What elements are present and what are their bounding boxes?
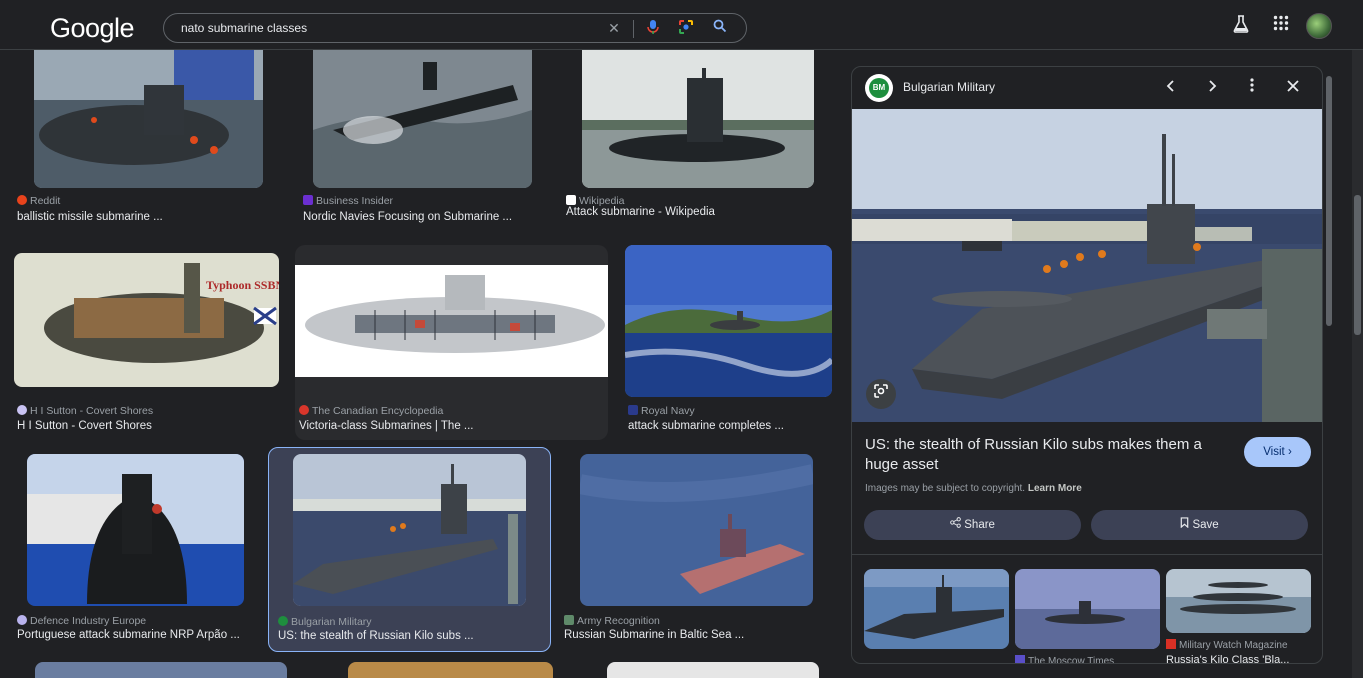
result-card[interactable]: Reddit ballistic missile submarine ... bbox=[14, 50, 283, 230]
result-thumbnail[interactable]: Typhoon SSBN bbox=[14, 253, 279, 387]
clear-icon[interactable]: ✕ bbox=[605, 19, 623, 37]
chevron-right-icon: › bbox=[1287, 446, 1292, 458]
army-recognition-icon bbox=[564, 615, 574, 625]
panel-source-name[interactable]: Bulgarian Military bbox=[903, 80, 995, 94]
result-source: H I Sutton - Covert Shores bbox=[17, 405, 153, 417]
image-results-grid: Reddit ballistic missile submarine ... B… bbox=[0, 50, 848, 678]
page-scrollbar[interactable] bbox=[1352, 50, 1363, 678]
result-thumbnail[interactable] bbox=[313, 50, 532, 188]
panel-divider bbox=[852, 554, 1322, 555]
related-source: The Moscow Times bbox=[1015, 655, 1114, 663]
bulgarian-military-icon bbox=[278, 616, 288, 626]
covert-shores-icon bbox=[17, 405, 27, 415]
result-title[interactable]: Victoria-class Submarines | The ... bbox=[299, 420, 474, 432]
bookmark-icon bbox=[1180, 517, 1189, 531]
lens-icon[interactable] bbox=[677, 19, 695, 37]
related-image[interactable] bbox=[1015, 569, 1160, 649]
panel-header: BM Bulgarian Military bbox=[852, 67, 1322, 109]
defence-industry-europe-icon bbox=[17, 615, 27, 625]
account-avatar[interactable] bbox=[1306, 13, 1332, 39]
copyright-notice: Images may be subject to copyright. Lear… bbox=[865, 483, 1082, 494]
image-preview-panel: BM Bulgarian Military US: the stealth of… bbox=[851, 66, 1323, 664]
result-source: Defence Industry Europe bbox=[17, 615, 146, 627]
result-title[interactable]: Attack submarine - Wikipedia bbox=[566, 206, 715, 218]
result-card[interactable]: Defence Industry Europe Portuguese attac… bbox=[14, 448, 270, 653]
learn-more-link[interactable]: Learn More bbox=[1028, 483, 1082, 494]
result-source: Reddit bbox=[17, 195, 60, 207]
page-scrollbar-thumb[interactable] bbox=[1354, 195, 1361, 335]
result-thumbnail[interactable] bbox=[348, 662, 553, 678]
reddit-icon bbox=[17, 195, 27, 205]
search-input[interactable]: nato submarine classes bbox=[181, 21, 307, 35]
business-insider-icon bbox=[303, 195, 313, 205]
result-card[interactable]: Royal Navy attack submarine completes ..… bbox=[620, 245, 832, 440]
labs-flask-icon[interactable] bbox=[1231, 15, 1251, 35]
panel-scrollbar[interactable] bbox=[1325, 66, 1333, 664]
result-card-selected[interactable]: Bulgarian Military US: the stealth of Ru… bbox=[268, 447, 551, 652]
result-thumbnail[interactable] bbox=[580, 454, 813, 606]
chevron-left-icon[interactable] bbox=[1161, 78, 1181, 98]
canadian-encyclopedia-icon bbox=[299, 405, 309, 415]
wikipedia-icon bbox=[566, 195, 576, 205]
result-thumbnail[interactable] bbox=[27, 454, 244, 606]
more-vert-icon[interactable] bbox=[1242, 78, 1262, 98]
result-card[interactable]: Wikipedia Attack submarine - Wikipedia bbox=[562, 50, 832, 230]
result-title[interactable]: attack submarine completes ... bbox=[628, 420, 784, 432]
result-source: The Canadian Encyclopedia bbox=[299, 405, 443, 417]
result-source: Business Insider bbox=[303, 195, 393, 207]
result-thumbnail[interactable] bbox=[293, 454, 526, 606]
result-card[interactable]: The Canadian Encyclopedia Victoria-class… bbox=[295, 245, 608, 440]
moscow-times-icon bbox=[1015, 655, 1025, 663]
result-thumbnail[interactable] bbox=[34, 50, 263, 188]
royal-navy-icon bbox=[628, 405, 638, 415]
share-icon bbox=[950, 517, 961, 531]
military-watch-icon bbox=[1166, 639, 1176, 649]
result-card[interactable]: Business Insider Nordic Navies Focusing … bbox=[295, 50, 550, 230]
result-title[interactable]: Nordic Navies Focusing on Submarine ... bbox=[303, 211, 512, 223]
share-button[interactable]: Share bbox=[864, 510, 1081, 540]
result-thumbnail[interactable] bbox=[582, 50, 814, 188]
result-thumbnail[interactable] bbox=[295, 265, 608, 377]
apps-grid-icon[interactable] bbox=[1271, 15, 1291, 35]
result-source: Bulgarian Military bbox=[278, 616, 372, 628]
result-card[interactable]: Typhoon SSBN H I Sutton - Covert Shores … bbox=[14, 245, 283, 440]
related-title[interactable]: Russia's Kilo Class 'Bla... bbox=[1166, 654, 1289, 663]
close-icon[interactable] bbox=[1283, 78, 1303, 98]
result-title[interactable]: Portuguese attack submarine NRP Arpão ..… bbox=[17, 629, 240, 641]
result-thumbnail[interactable] bbox=[35, 662, 287, 678]
result-title[interactable]: Russian Submarine in Baltic Sea ... bbox=[564, 629, 744, 641]
related-source: Military Watch Magazine bbox=[1166, 639, 1288, 651]
result-title[interactable]: H I Sutton - Covert Shores bbox=[17, 420, 152, 432]
visit-button[interactable]: Visit › bbox=[1244, 437, 1311, 467]
result-card[interactable]: Army Recognition Russian Submarine in Ba… bbox=[560, 448, 832, 653]
result-source: Royal Navy bbox=[628, 405, 695, 417]
google-logo[interactable]: Google bbox=[50, 13, 135, 44]
result-thumbnail[interactable] bbox=[607, 662, 819, 678]
related-image[interactable] bbox=[1166, 569, 1311, 633]
preview-title[interactable]: US: the stealth of Russian Kilo subs mak… bbox=[865, 435, 1225, 475]
search-box[interactable]: nato submarine classes ✕ bbox=[163, 13, 747, 43]
microphone-icon[interactable] bbox=[644, 19, 662, 37]
search-icon[interactable] bbox=[711, 19, 729, 37]
search-divider bbox=[633, 20, 634, 38]
visual-search-icon[interactable] bbox=[866, 379, 896, 409]
source-logo[interactable]: BM bbox=[865, 74, 893, 102]
related-image[interactable] bbox=[864, 569, 1009, 649]
result-source: Army Recognition bbox=[564, 615, 660, 627]
result-thumbnail[interactable] bbox=[625, 245, 832, 397]
preview-image[interactable] bbox=[852, 109, 1322, 422]
top-bar: Google nato submarine classes ✕ bbox=[0, 0, 1363, 50]
chevron-right-icon[interactable] bbox=[1202, 78, 1222, 98]
save-button[interactable]: Save bbox=[1091, 510, 1308, 540]
svg-text:Typhoon SSBN: Typhoon SSBN bbox=[206, 278, 279, 292]
panel-scrollbar-thumb[interactable] bbox=[1326, 76, 1332, 326]
result-title[interactable]: US: the stealth of Russian Kilo subs ... bbox=[278, 630, 474, 642]
result-title[interactable]: ballistic missile submarine ... bbox=[17, 211, 163, 223]
